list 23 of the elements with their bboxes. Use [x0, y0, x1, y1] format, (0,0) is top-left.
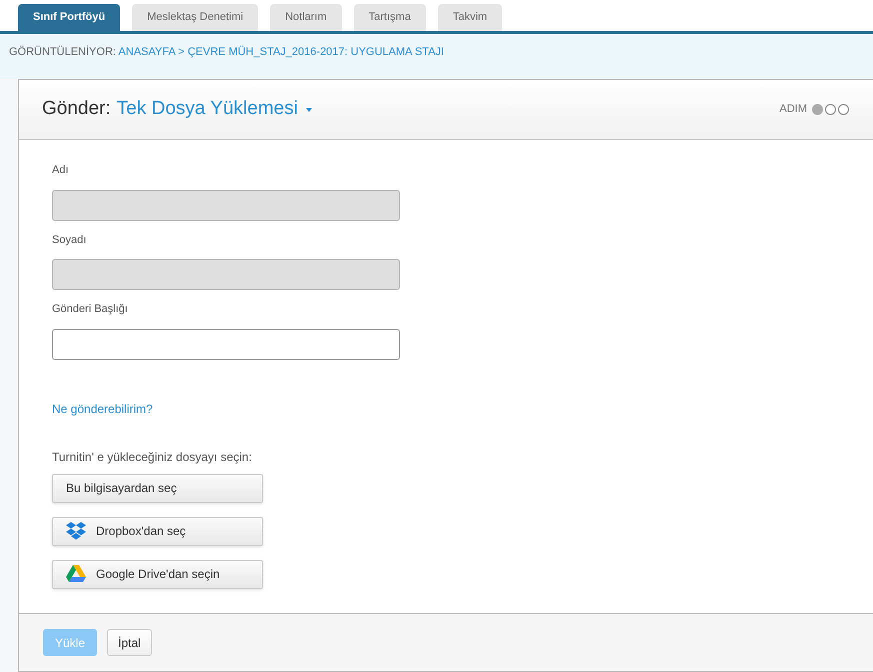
- field-label: Adı: [52, 163, 70, 178]
- mode-dropdown[interactable]: Tek Dosya Yüklemesi: [116, 95, 312, 124]
- tab[interactable]: Tartışma: [354, 4, 426, 31]
- dropbox-icon: [66, 522, 86, 540]
- upload-button[interactable]: Dropbox'dan seç: [52, 516, 263, 546]
- field-label: Soyadı: [52, 232, 88, 248]
- tab[interactable]: Sınıf Portföyü: [18, 4, 120, 31]
- breadcrumb-link[interactable]: ANASAYFA > ÇEVRE MÜH_STAJ_2016-2017: UYGULAMA STAJI: [118, 46, 444, 58]
- field-label: Gönderi Başlığı: [52, 302, 129, 317]
- upload-button[interactable]: Bu bilgisayardan seç: [52, 474, 263, 502]
- tab[interactable]: Meslektaş Denetimi: [132, 4, 258, 31]
- drive-icon: [66, 565, 86, 583]
- upload-prompt: Turnitin' e yükleceğiniz dosyayı seçin:: [52, 448, 253, 466]
- breadcrumb-prefix: GÖRÜNTÜLENİYOR:: [9, 46, 116, 58]
- upload-button[interactable]: Google Drive'dan seçin: [52, 560, 263, 588]
- tab[interactable]: Notlarım: [270, 4, 342, 31]
- help-link[interactable]: Ne gönderebilirim?: [52, 400, 840, 418]
- text-field[interactable]: [52, 328, 400, 360]
- caret-icon: [306, 108, 312, 112]
- tab[interactable]: Takvim: [438, 4, 502, 31]
- step-label: ADIM: [780, 102, 807, 118]
- card-title: Gönder:: [42, 97, 111, 122]
- cancel-button[interactable]: İptal: [107, 629, 152, 656]
